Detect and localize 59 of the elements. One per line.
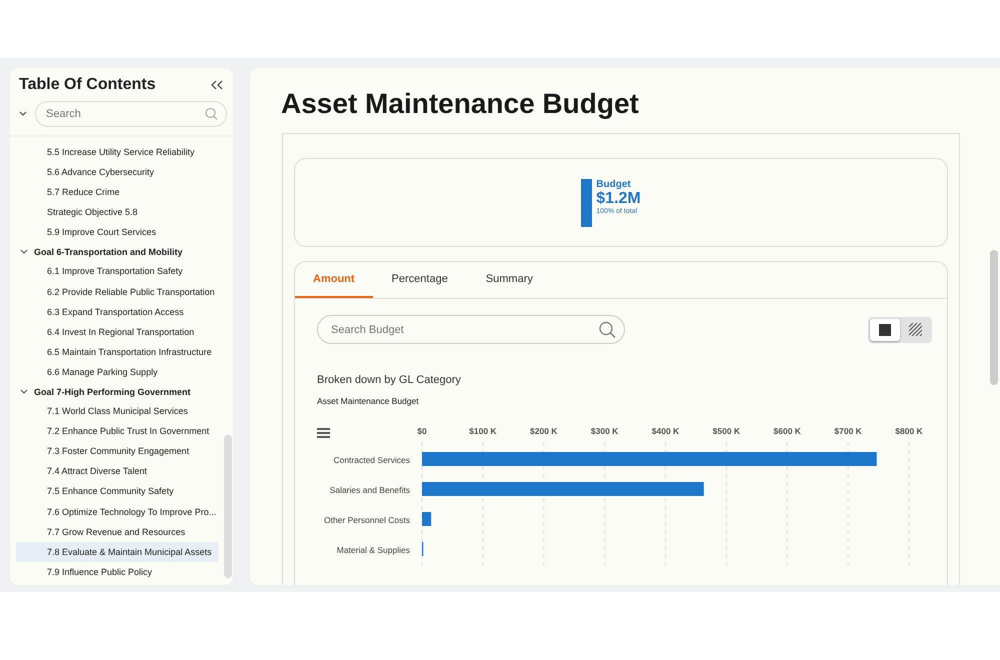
kpi-bar — [581, 178, 592, 226]
axis-tick-label: $600 K — [774, 426, 801, 436]
axis-tick-label: $700 K — [834, 426, 862, 436]
toc-item[interactable]: 6.6 Manage Parking Supply — [16, 362, 218, 382]
goal-heading[interactable]: Goal 7-High Performing Government — [34, 386, 191, 397]
axis-tick-label: $500 K — [712, 426, 740, 436]
axis-tick-label: $300 K — [590, 426, 618, 436]
hatched-lines-icon — [908, 323, 922, 336]
toc-item[interactable]: 7.9 Influence Public Policy — [16, 562, 218, 582]
page-title: Asset Maintenance Budget — [281, 88, 640, 120]
sidebar-title: Table Of Contents — [19, 76, 156, 94]
collapse-icon[interactable] — [211, 80, 223, 90]
toc-item[interactable]: 5.9 Improve Court Services — [16, 222, 218, 242]
goal-heading[interactable]: Goal 6-Transportation and Mobility — [34, 246, 183, 257]
menu-icon[interactable] — [317, 428, 330, 438]
toc-item[interactable]: 7.3 Foster Community Engagement — [16, 441, 218, 462]
toc-item[interactable]: 7.6 Optimize Technology To Improve Pro... — [16, 502, 218, 522]
toc-item[interactable]: 7.4 Attract Diverse Talent — [16, 461, 218, 482]
axis-tick-label: $0 — [417, 426, 427, 436]
category-label: Contracted Services — [333, 455, 410, 465]
bar — [422, 512, 432, 526]
search-field[interactable]: Search — [35, 101, 227, 127]
toc-item[interactable]: Strategic Objective 5.8 — [16, 202, 218, 222]
search-icon — [205, 108, 218, 120]
square-icon — [879, 324, 891, 336]
toc-item[interactable]: 7.1 World Class Municipal Services — [16, 401, 218, 422]
chart-title: Asset Maintenance Budget — [316, 395, 420, 406]
toc-item[interactable]: 7.8 Evaluate & Maintain Municipal Assets — [16, 542, 218, 562]
toc-item[interactable]: 7.5 Enhance Community Safety — [16, 481, 218, 502]
breakdown-label: Broken down by GL Category — [316, 373, 462, 386]
kpi-value: $1.2M — [596, 190, 641, 208]
tab[interactable]: Percentage — [372, 262, 467, 298]
search-field[interactable]: Search Budget — [317, 315, 625, 344]
chevron-down-icon[interactable] — [19, 111, 27, 117]
chevron-down-icon[interactable] — [20, 248, 28, 255]
toc-item[interactable]: 6.5 Maintain Transportation Infrastructure — [16, 342, 218, 362]
toc-item[interactable]: 5.6 Advance Cybersecurity — [16, 162, 218, 182]
toc-item[interactable]: 5.5 Increase Utility Service Reliability — [16, 142, 218, 162]
chevron-down-icon[interactable] — [20, 388, 28, 395]
scrollbar-thumb[interactable] — [990, 250, 998, 385]
toc-item[interactable]: 5.7 Reduce Crime — [16, 182, 218, 202]
category-label: Salaries and Benefits — [330, 485, 410, 495]
tab[interactable]: Summary — [466, 262, 552, 298]
axis-tick-label: $800 K — [895, 426, 923, 436]
axis-tick-label: $100 K — [469, 426, 497, 436]
search-icon — [599, 321, 616, 338]
toc-item[interactable]: 7.2 Enhance Public Trust In Government — [16, 421, 218, 442]
kpi-label: Budget — [596, 178, 632, 190]
scrollbar-thumb[interactable] — [224, 435, 232, 578]
category-label: Other Personnel Costs — [324, 515, 410, 525]
axis-tick-label: $200 K — [530, 426, 558, 436]
axis-tick-label: $400 K — [652, 426, 680, 436]
toc-item[interactable]: 6.1 Improve Transportation Safety — [16, 261, 218, 282]
toc-item[interactable]: 6.3 Expand Transportation Access — [16, 302, 218, 322]
solid-square-button[interactable] — [870, 318, 900, 340]
category-label: Material & Supplies — [336, 545, 410, 555]
toc-item[interactable]: 6.2 Provide Reliable Public Transportation — [16, 282, 218, 302]
toc-item[interactable]: 7.7 Grow Revenue and Resources — [16, 522, 218, 542]
toc-item[interactable]: 6.4 Invest In Regional Transportation — [16, 322, 218, 342]
